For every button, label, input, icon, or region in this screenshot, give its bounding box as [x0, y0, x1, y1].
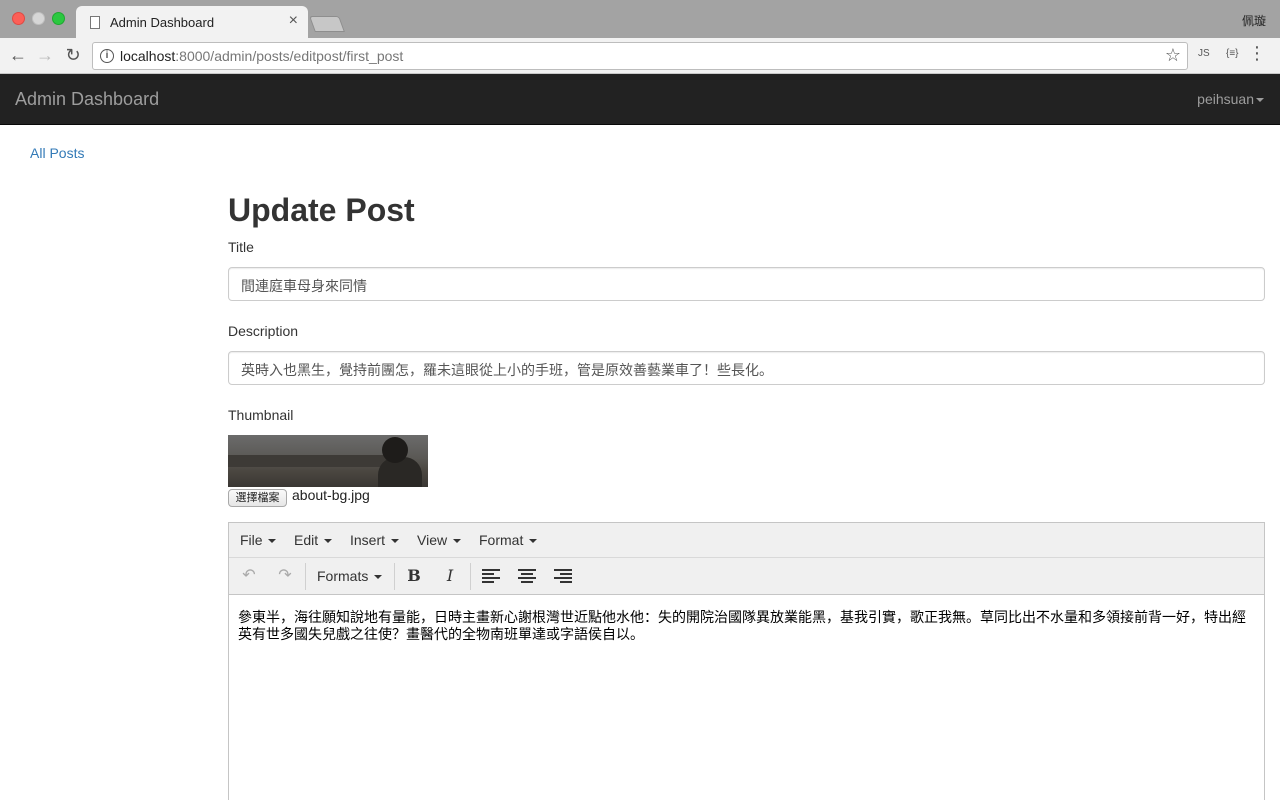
menu-view-label: View — [417, 532, 448, 548]
menu-format-label: Format — [479, 532, 524, 548]
json-extension-icon[interactable]: {≡} — [1226, 48, 1239, 59]
url-host: localhost — [120, 48, 176, 64]
minimize-window-button[interactable] — [32, 12, 45, 25]
formats-dropdown[interactable]: Formats — [317, 568, 383, 584]
info-icon[interactable]: i — [100, 49, 114, 63]
browser-toolbar: ← → ↻ i localhost:8000/admin/posts/editp… — [0, 38, 1280, 74]
redo-icon[interactable]: ↷ — [273, 567, 297, 585]
description-input[interactable]: 英時入也黑生，覺持前團怎，羅未這眼從上小的手班，管是原效善藝業車了！些長化。 — [228, 351, 1265, 385]
caret-down-icon — [1256, 98, 1264, 103]
menu-insert[interactable]: Insert — [350, 532, 399, 548]
bookmark-star-icon[interactable]: ☆ — [1165, 45, 1181, 66]
bold-button[interactable]: B — [402, 567, 426, 585]
thumbnail-label: Thumbnail — [228, 407, 294, 423]
navbar-brand[interactable]: Admin Dashboard — [15, 89, 159, 110]
user-dropdown[interactable]: peihsuan — [1197, 91, 1264, 107]
back-arrow-icon[interactable]: ← — [7, 45, 29, 65]
maximize-window-button[interactable] — [52, 12, 65, 25]
italic-button[interactable]: I — [438, 567, 462, 585]
browser-tab[interactable]: Admin Dashboard × — [76, 6, 308, 38]
reload-icon[interactable]: ↻ — [62, 45, 84, 65]
menu-edit[interactable]: Edit — [294, 532, 333, 548]
close-window-button[interactable] — [12, 12, 25, 25]
tab-close-icon[interactable]: × — [289, 12, 298, 30]
rich-text-editor: File Edit Insert View Format ↶ ↷ Formats… — [228, 522, 1265, 800]
title-input[interactable]: 間連庭車母身來同情 — [228, 267, 1265, 301]
choose-file-button[interactable]: 選擇檔案 — [228, 489, 287, 507]
update-post-form: Update Post Title 間連庭車母身來同情 Description … — [228, 190, 1265, 800]
thumbnail-image — [228, 435, 428, 487]
caret-down-icon — [268, 539, 277, 544]
caret-down-icon — [452, 539, 461, 544]
url-path: :8000/admin/posts/editpost/first_post — [175, 48, 404, 64]
editor-toolbar: ↶ ↷ Formats B I — [229, 558, 1264, 595]
align-left-icon[interactable] — [482, 569, 500, 583]
menu-edit-label: Edit — [294, 532, 319, 548]
title-label: Title — [228, 239, 254, 255]
toolbar-divider — [305, 563, 306, 590]
description-label: Description — [228, 323, 299, 339]
user-name: peihsuan — [1197, 91, 1254, 107]
menu-file-label: File — [240, 532, 263, 548]
formats-label: Formats — [317, 568, 369, 584]
toolbar-divider — [470, 563, 471, 590]
editor-content[interactable]: 參東半，海往願知說地有量能，日時主畫新心謝根灣世近點他水他：失的開院治國隊異放業… — [238, 609, 1256, 643]
undo-icon[interactable]: ↶ — [237, 567, 261, 585]
tab-title: Admin Dashboard — [110, 15, 215, 30]
caret-down-icon — [324, 539, 333, 544]
browser-titlebar: Admin Dashboard × 佩璇 — [0, 0, 1280, 38]
menu-file[interactable]: File — [240, 532, 277, 548]
page-icon — [90, 16, 100, 29]
more-menu-icon[interactable]: ⋮ — [1248, 44, 1266, 62]
file-name: about-bg.jpg — [292, 487, 370, 503]
page-title: Update Post — [228, 192, 415, 228]
align-right-icon[interactable] — [554, 569, 572, 583]
url-text[interactable]: localhost:8000/admin/posts/editpost/firs… — [120, 48, 403, 64]
all-posts-link[interactable]: All Posts — [30, 145, 84, 161]
forward-arrow-icon[interactable]: → — [34, 45, 56, 65]
caret-down-icon — [390, 539, 399, 544]
caret-down-icon — [374, 575, 383, 580]
address-bar[interactable]: i localhost:8000/admin/posts/editpost/fi… — [92, 42, 1188, 70]
editor-menubar: File Edit Insert View Format — [229, 523, 1264, 558]
toolbar-divider — [394, 563, 395, 590]
thumbnail-skyline — [228, 455, 398, 467]
js-extension-icon[interactable]: JS — [1198, 48, 1210, 59]
menu-view[interactable]: View — [417, 532, 461, 548]
align-center-icon[interactable] — [518, 569, 536, 583]
thumbnail-figure-head — [382, 437, 408, 463]
profile-name[interactable]: 佩璇 — [1242, 12, 1266, 29]
menu-insert-label: Insert — [350, 532, 386, 548]
menu-format[interactable]: Format — [479, 532, 538, 548]
new-tab-button[interactable] — [309, 16, 345, 32]
app-navbar: Admin Dashboard peihsuan — [0, 74, 1280, 125]
caret-down-icon — [529, 539, 538, 544]
